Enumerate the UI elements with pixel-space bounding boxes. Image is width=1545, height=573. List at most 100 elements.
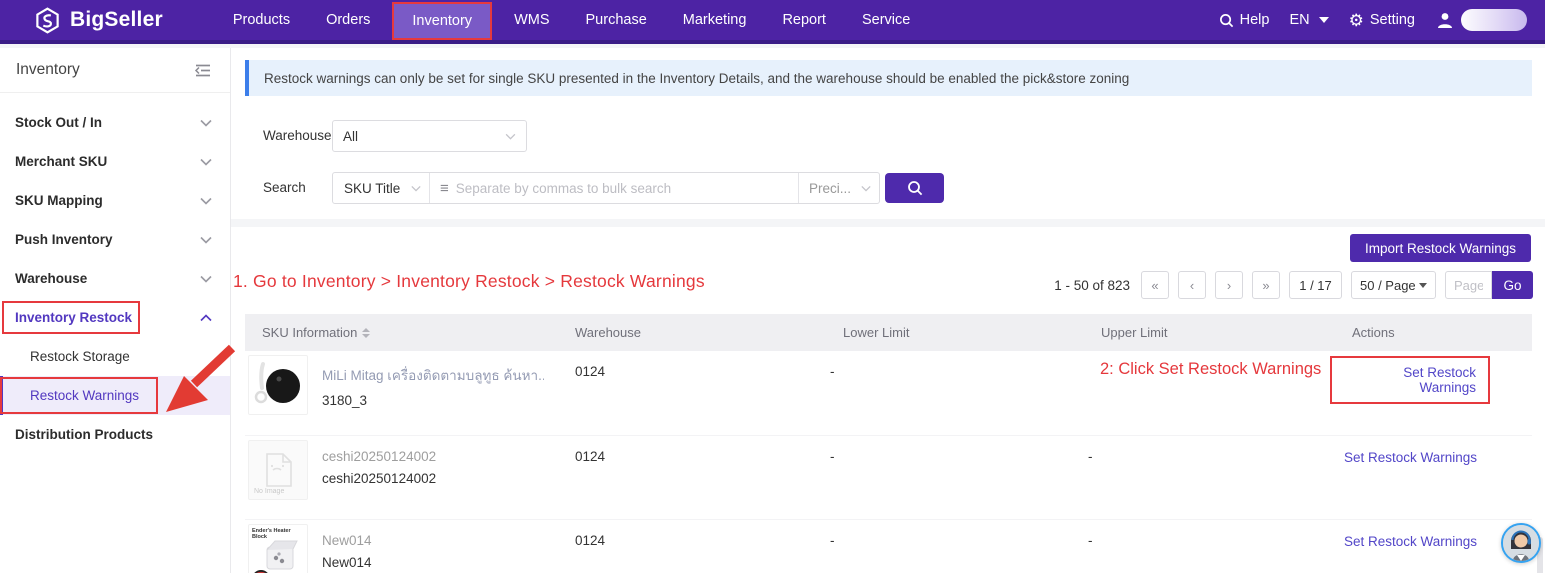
nav-item-inventory[interactable]: Inventory — [392, 1, 493, 40]
sku-code: New014 — [322, 555, 372, 570]
sidebar-item-warehouse[interactable]: Warehouse — [0, 259, 230, 298]
search-input[interactable] — [455, 180, 756, 196]
import-restock-warnings-button[interactable]: Import Restock Warnings — [1349, 234, 1531, 262]
sidebar-item-inventory-restock[interactable]: Inventory Restock — [0, 298, 230, 337]
info-banner-text: Restock warnings can only be set for sin… — [264, 70, 1130, 86]
last-page-button[interactable]: » — [1252, 271, 1280, 299]
first-page-button[interactable]: « — [1141, 271, 1169, 299]
product-title-link[interactable]: MiLi Mitag เครื่องติดตามบลูทูธ ค้นหา... — [322, 364, 544, 386]
goto-page-group: Go — [1445, 271, 1533, 299]
set-restock-warnings-link-highlighted[interactable]: Set Restock Warnings — [1330, 356, 1490, 404]
nav-item-orders[interactable]: Orders — [308, 0, 388, 40]
help-button[interactable]: Help — [1219, 12, 1270, 28]
chevron-down-icon — [1318, 17, 1329, 23]
help-label: Help — [1239, 12, 1270, 28]
sidebar-item-restock-warnings[interactable]: Restock Warnings — [0, 376, 230, 415]
column-label: Actions — [1352, 325, 1395, 340]
actions-cell: Set Restock Warnings — [1330, 351, 1532, 435]
collapse-sidebar-icon[interactable] — [194, 63, 212, 78]
search-icon — [1219, 13, 1233, 27]
precision-select[interactable]: Preci... — [798, 173, 879, 203]
sidebar-item-label: Inventory Restock — [15, 310, 133, 325]
info-banner: Restock warnings can only be set for sin… — [245, 60, 1532, 96]
sidebar-item-distribution-products[interactable]: Distribution Products — [0, 415, 230, 454]
column-actions: Actions — [1330, 325, 1532, 340]
setting-button[interactable]: ⚙ Setting — [1349, 12, 1415, 29]
search-group: SKU Title ≡ Preci... — [332, 172, 880, 204]
nav-item-marketing[interactable]: Marketing — [665, 0, 765, 40]
search-input-wrap: ≡ — [430, 173, 798, 203]
sidebar-item-push-inventory[interactable]: Push Inventory — [0, 220, 230, 259]
warehouse-select[interactable]: All — [332, 120, 527, 152]
lower-limit-cell: - — [830, 533, 835, 548]
no-image-label: No Image — [254, 488, 285, 495]
chevron-up-icon — [200, 313, 212, 321]
set-restock-warnings-link[interactable]: Set Restock Warnings — [1344, 450, 1477, 465]
sort-icon[interactable] — [362, 327, 371, 338]
sku-text: New014 New014 — [322, 524, 550, 573]
sidebar-header: Inventory — [0, 48, 230, 93]
product-title-link[interactable]: ceshi20250124002 — [322, 449, 544, 464]
go-button[interactable]: Go — [1492, 271, 1533, 299]
warehouse-cell: 0124 — [575, 364, 606, 379]
product-image-caption: Ender's Heater Block — [252, 528, 291, 541]
column-sku-information[interactable]: SKU Information — [245, 325, 560, 340]
search-label: Search — [263, 180, 306, 195]
bigseller-logo[interactable]: BigSeller — [34, 6, 163, 34]
warehouse-filter-label: Warehouse — [263, 128, 332, 143]
column-warehouse: Warehouse — [560, 325, 815, 340]
nav-item-report[interactable]: Report — [764, 0, 844, 40]
search-type-select[interactable]: SKU Title — [333, 173, 430, 203]
search-type-value: SKU Title — [344, 180, 401, 196]
search-icon — [907, 181, 922, 196]
lower-limit-cell: - — [830, 449, 835, 464]
next-page-button[interactable]: › — [1215, 271, 1243, 299]
sidebar: Inventory Stock Out / In Merchant SKU SK… — [0, 48, 231, 573]
page-size-select[interactable]: 50 / Page — [1351, 271, 1436, 299]
sku-text: MiLi Mitag เครื่องติดตามบลูทูธ ค้นหา... … — [322, 355, 550, 435]
sku-cell: Ender's Heater Block New014 New014 — [245, 520, 560, 573]
language-label: EN — [1289, 12, 1310, 28]
column-label: Upper Limit — [1101, 325, 1168, 340]
product-image-heater-block[interactable]: Ender's Heater Block — [248, 524, 308, 573]
table-panel: Import Restock Warnings 1. Go to Invento… — [231, 227, 1545, 573]
column-label: Warehouse — [575, 325, 641, 340]
sidebar-item-merchant-sku[interactable]: Merchant SKU — [0, 142, 230, 181]
support-chat-avatar[interactable] — [1501, 523, 1541, 563]
column-label: Lower Limit — [843, 325, 910, 340]
page-indicator: 1 / 17 — [1289, 271, 1342, 299]
nav-right-group: Help EN ⚙ Setting — [1219, 9, 1527, 31]
sidebar-item-stock-out-in[interactable]: Stock Out / In — [0, 103, 230, 142]
top-navigation-bar: BigSeller Products Orders Inventory WMS … — [0, 0, 1545, 44]
main-content: Restock warnings can only be set for sin… — [231, 48, 1545, 573]
sidebar-item-label: Stock Out / In — [15, 115, 103, 130]
user-account[interactable] — [1435, 9, 1527, 31]
sku-code: ceshi20250124002 — [322, 471, 437, 486]
main-menu: Products Orders Inventory WMS Purchase M… — [215, 0, 928, 40]
language-selector[interactable]: EN — [1289, 12, 1329, 28]
nav-item-wms[interactable]: WMS — [496, 0, 567, 40]
bulk-list-icon[interactable]: ≡ — [440, 180, 449, 197]
sidebar-item-restock-storage[interactable]: Restock Storage — [0, 337, 230, 376]
product-title-link[interactable]: New014 — [322, 533, 544, 548]
page-number-input[interactable] — [1445, 271, 1492, 299]
search-button[interactable] — [885, 173, 944, 203]
chevron-down-icon — [200, 275, 212, 283]
column-upper-limit: Upper Limit — [1073, 325, 1330, 340]
column-label: SKU Information — [262, 325, 358, 340]
sku-text: ceshi20250124002 ceshi20250124002 — [322, 440, 550, 519]
chevron-down-icon — [505, 133, 516, 140]
sidebar-item-sku-mapping[interactable]: SKU Mapping — [0, 181, 230, 220]
nav-item-service[interactable]: Service — [844, 0, 928, 40]
nav-item-products[interactable]: Products — [215, 0, 308, 40]
nav-item-purchase[interactable]: Purchase — [568, 0, 665, 40]
sidebar-title: Inventory — [16, 61, 80, 78]
pagination: 1 - 50 of 823 « ‹ › » 1 / 17 50 / Page G… — [1054, 271, 1533, 299]
prev-page-button[interactable]: ‹ — [1178, 271, 1206, 299]
user-icon — [1438, 13, 1452, 28]
table-row: No Image ceshi20250124002 ceshi202501240… — [245, 436, 1532, 520]
page-size-value: 50 / Page — [1360, 277, 1416, 293]
lower-limit-cell: - — [830, 364, 835, 379]
set-restock-warnings-link[interactable]: Set Restock Warnings — [1344, 534, 1477, 549]
product-image-black-tracker[interactable] — [248, 355, 308, 415]
